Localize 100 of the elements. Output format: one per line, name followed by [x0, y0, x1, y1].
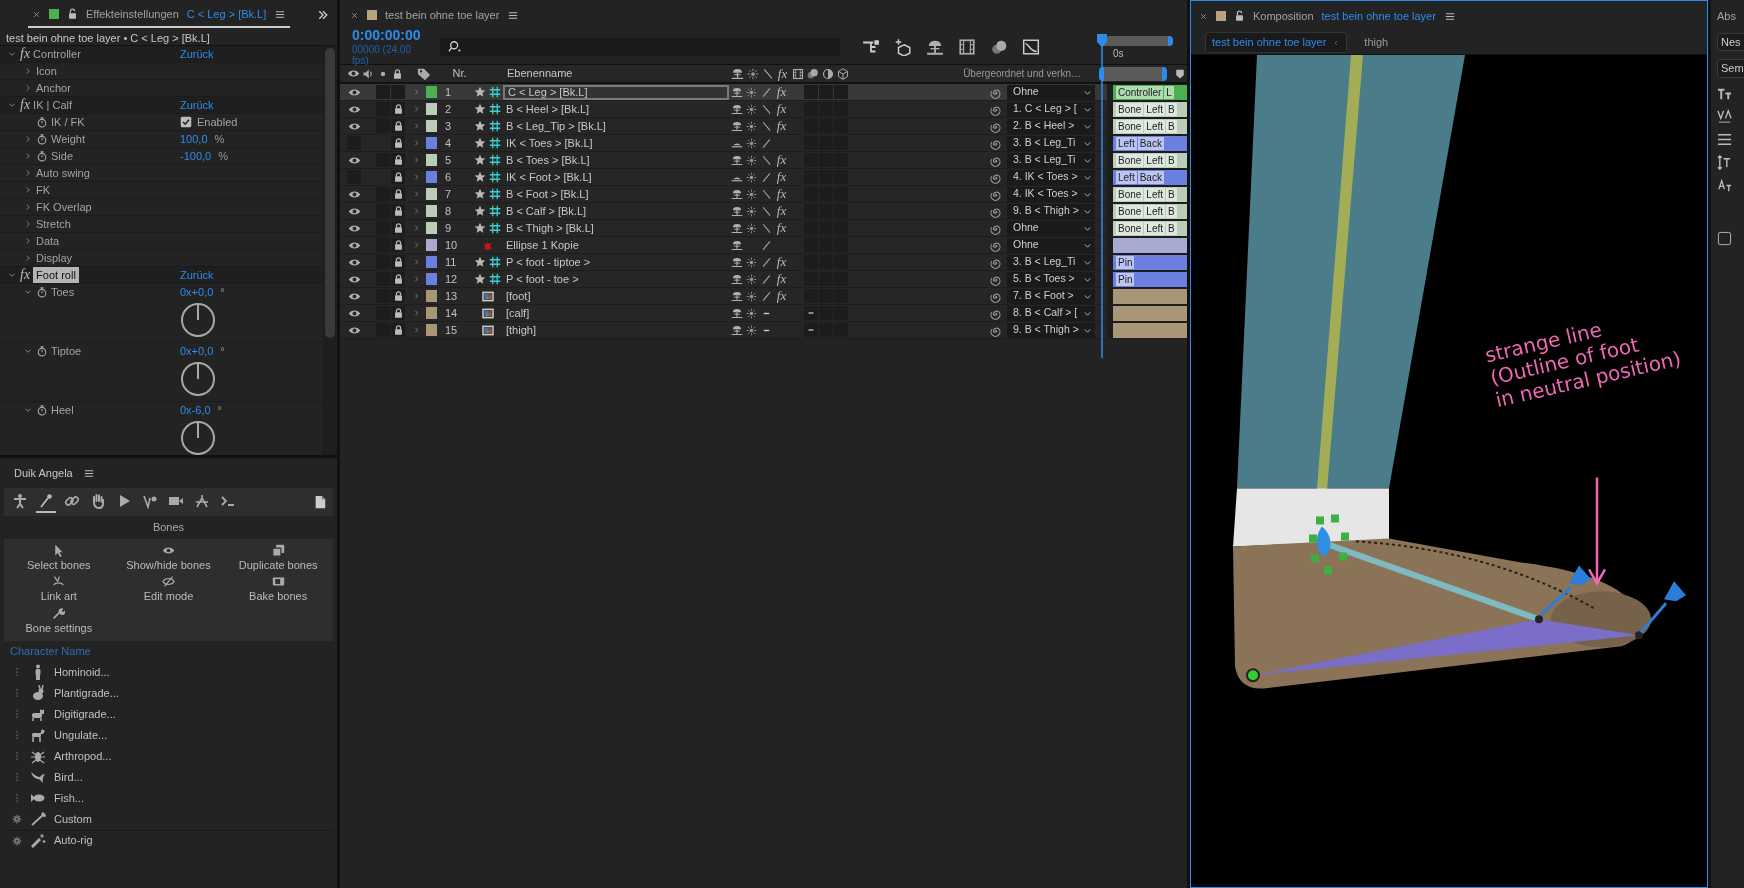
spheres-icon[interactable]: [806, 67, 819, 80]
template-item[interactable]: Ungulate...: [4, 724, 333, 746]
font-field[interactable]: Sem: [1717, 59, 1744, 78]
menu-icon[interactable]: [82, 467, 95, 479]
stopwatch-icon[interactable]: [36, 150, 48, 162]
star-icon[interactable]: [474, 256, 486, 268]
layer-row[interactable]: 13 [foot] fx 7. B < Foot >: [340, 288, 1187, 305]
half-circle-icon[interactable]: [821, 67, 834, 80]
property-label[interactable]: Data: [36, 232, 60, 250]
layer-row[interactable]: 14 [calf] 8. B < Calf > [: [340, 305, 1187, 322]
quality-icon[interactable]: [761, 67, 774, 80]
effect-switch[interactable]: fx: [774, 218, 789, 238]
reset-link[interactable]: Zurück: [180, 96, 214, 114]
layer-row[interactable]: 12 P < foot - toe > fx 5. B < Toes > Pin: [340, 271, 1187, 288]
lock-toggle[interactable]: [391, 136, 405, 150]
label-color[interactable]: [426, 273, 437, 285]
column-header[interactable]: Übergeordnet und verkn…: [959, 66, 1081, 81]
parent-dropdown[interactable]: 9. B < Thigh >: [1007, 322, 1095, 338]
layer-bar[interactable]: Bone Left B: [1113, 186, 1187, 202]
collapse-switch[interactable]: [746, 273, 757, 285]
film-icon[interactable]: [958, 38, 976, 56]
lock-toggle[interactable]: [391, 187, 405, 201]
layer-row[interactable]: 7 B < Foot > [Bk.L] fx 4. IK < Toes > Bone Left B: [340, 186, 1187, 203]
effect-switch[interactable]: fx: [774, 150, 789, 170]
lock-toggle[interactable]: [391, 255, 405, 269]
toggle-box[interactable]: [834, 85, 848, 99]
layer-row[interactable]: 4 IK < Toes > [Bk.L] 3. B < Leg_Ti Left Back: [340, 135, 1187, 152]
playhead[interactable]: [1096, 34, 1108, 358]
column-header[interactable]: Ebenenname: [504, 66, 730, 81]
stopwatch-icon[interactable]: [36, 345, 48, 357]
quality-switch[interactable]: [761, 137, 772, 149]
layer-name[interactable]: IK < Toes > [Bk.L]: [503, 135, 729, 151]
cube-icon[interactable]: [836, 67, 849, 80]
star-icon[interactable]: [474, 154, 486, 166]
lock-toggle[interactable]: [391, 153, 405, 167]
shy-icon[interactable]: [926, 38, 944, 56]
template-item[interactable]: Digitigrade...: [4, 703, 333, 725]
angle-dial[interactable]: [180, 302, 216, 338]
parent-dropdown[interactable]: 2. B < Heel >: [1007, 118, 1095, 134]
menu-icon[interactable]: [507, 9, 520, 21]
effect-name[interactable]: IK | Calf: [33, 96, 73, 114]
label-color[interactable]: [426, 205, 437, 217]
lock-toggle[interactable]: [391, 102, 405, 116]
lock-toggle[interactable]: [391, 204, 405, 218]
collapse-switch[interactable]: [746, 307, 757, 319]
shy-switch[interactable]: [730, 290, 743, 302]
layer-bar[interactable]: Bone Left B: [1113, 203, 1187, 219]
layer-bar[interactable]: [1113, 322, 1187, 338]
collapse-switch[interactable]: [746, 154, 757, 166]
layer-bar[interactable]: Bone Left B: [1113, 118, 1187, 134]
tag-icon[interactable]: [417, 66, 431, 81]
align-icon[interactable]: [1717, 131, 1732, 147]
layer-row[interactable]: 10 Ellipse 1 Kopie Ohne: [340, 237, 1187, 254]
layer-name[interactable]: B < Foot > [Bk.L]: [503, 186, 729, 202]
label-color[interactable]: [426, 239, 437, 251]
shy-switch[interactable]: [730, 188, 743, 200]
menu-icon[interactable]: [1443, 10, 1456, 22]
quality-switch[interactable]: [761, 256, 772, 268]
tool-button[interactable]: Duplicate bones: [238, 542, 318, 574]
star-icon[interactable]: [474, 120, 486, 132]
collapse-switch[interactable]: [746, 290, 757, 302]
effect-name[interactable]: Controller: [33, 45, 81, 63]
kerning-icon[interactable]: [1717, 108, 1732, 124]
layer-row[interactable]: 1 C < Leg > [Bk.L] fx Ohne Controller L: [340, 84, 1187, 101]
speaker-icon[interactable]: [362, 67, 374, 80]
property-label[interactable]: Display: [36, 249, 73, 267]
parent-dropdown[interactable]: 4. IK < Toes >: [1007, 169, 1095, 185]
property-value[interactable]: 100,0: [180, 130, 208, 148]
stopwatch-icon[interactable]: [36, 286, 48, 298]
toggle-box[interactable]: [804, 323, 818, 337]
label-color[interactable]: [426, 324, 437, 336]
collapse-switch[interactable]: [746, 171, 757, 183]
shy-switch[interactable]: [730, 324, 743, 336]
layer-name[interactable]: Ellipse 1 Kopie: [503, 237, 729, 253]
parent-dropdown[interactable]: 5. B < Toes >: [1007, 271, 1095, 287]
quality-switch[interactable]: [761, 171, 772, 183]
effect-switch[interactable]: fx: [774, 82, 789, 102]
layer-name[interactable]: [foot]: [503, 288, 729, 304]
layer-bar[interactable]: Bone Left B: [1113, 152, 1187, 168]
collapse-switch[interactable]: [746, 256, 757, 268]
parent-dropdown[interactable]: 4. IK < Toes >: [1007, 186, 1095, 202]
shy-switch[interactable]: [730, 222, 743, 234]
lock-icon[interactable]: [392, 67, 403, 80]
effect-switch[interactable]: fx: [774, 116, 789, 136]
close-icon[interactable]: [1199, 11, 1208, 21]
layer-row[interactable]: 15 [thigh] 9. B < Thigh >: [340, 322, 1187, 339]
shy-switch[interactable]: [730, 205, 743, 217]
tool-button[interactable]: Show/hide bones: [126, 542, 211, 574]
scrollbar[interactable]: [325, 48, 335, 338]
solo-toggle[interactable]: [376, 85, 390, 99]
property-label[interactable]: FK: [36, 181, 51, 199]
menu-icon[interactable]: [274, 8, 287, 20]
close-icon[interactable]: [350, 10, 359, 20]
graph-icon[interactable]: [1022, 38, 1040, 56]
effect-switch[interactable]: fx: [774, 201, 789, 221]
label-color[interactable]: [426, 256, 437, 268]
layer-bar[interactable]: [1113, 237, 1187, 253]
label-color[interactable]: [426, 154, 437, 166]
template-item[interactable]: Custom: [4, 808, 333, 830]
column-header[interactable]: Nr.: [443, 65, 473, 82]
